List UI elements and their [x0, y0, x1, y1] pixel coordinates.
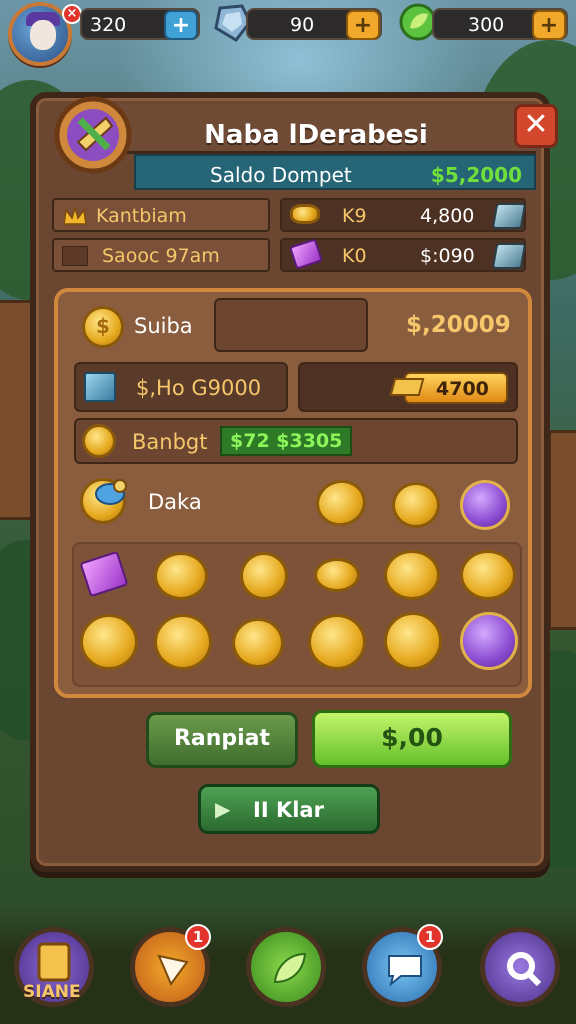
leaf-icon	[273, 952, 307, 984]
info-row-right-2: K0 $:090	[280, 238, 527, 272]
nav-chat-badge: 1	[417, 924, 443, 950]
info-row-code: K0	[342, 245, 367, 267]
empty-slot	[62, 246, 88, 266]
search-icon	[507, 952, 542, 987]
wallet-balance-bar: Saldo Dompet $5,2000	[134, 154, 536, 190]
info-row-left-1: Kantbiam	[52, 198, 270, 232]
gold-value: 4700	[436, 378, 489, 400]
ho-slot[interactable]: $,Ho G9000	[74, 362, 288, 412]
nav-leaf-button[interactable]	[246, 927, 326, 1007]
purple-gem-icon[interactable]	[79, 550, 129, 598]
bird-icon	[95, 479, 127, 505]
coin-icon[interactable]	[314, 558, 360, 592]
panel-title: Naba lDerabesi	[204, 120, 428, 150]
resource-leaf-value: 300	[468, 14, 505, 36]
gem-icon	[491, 203, 527, 229]
player-avatar[interactable]: ×	[8, 2, 82, 66]
panel-title-bar: Naba lDerabesi	[96, 104, 536, 154]
info-row-code: K9	[342, 205, 367, 227]
info-row-right-1: K9 4,800	[280, 198, 527, 232]
wallet-value: $5,2000	[430, 163, 522, 187]
resource-gear-value: 320	[90, 14, 127, 36]
ho-label: $,Ho G9000	[136, 376, 262, 400]
info-row-value: 4,800	[420, 205, 475, 227]
daka-label: Daka	[148, 490, 202, 514]
wallet-panel: Naba lDerabesi ✕ Saldo Dompet $5,2000 Ka…	[30, 92, 558, 872]
resource-bar: × 320 + 90 + 300 +	[0, 0, 576, 66]
gem-icon	[491, 243, 527, 269]
coin-icon[interactable]	[311, 475, 371, 531]
shield-emblem-icon	[54, 96, 132, 174]
crown-icon	[63, 206, 87, 225]
resource-gem-value: 90	[290, 14, 315, 36]
coin-icon	[82, 424, 116, 458]
purple-coin-icon[interactable]	[460, 480, 510, 530]
nav-scroll-label: SIANE	[23, 982, 81, 1002]
nav-search-button[interactable]	[480, 927, 560, 1007]
wallet-label: Saldo Dompet	[210, 163, 352, 187]
gold-bar-icon	[389, 378, 425, 396]
coin-icon[interactable]	[154, 614, 212, 670]
nav-scroll-button[interactable]: SIANE	[14, 927, 94, 1007]
info-row-left-2: Saooc 97am	[52, 238, 270, 272]
nav-crystal-button[interactable]: 1	[130, 924, 211, 1007]
info-row-value: $:090	[420, 245, 475, 267]
chat-icon	[388, 955, 422, 987]
currency-exchange-box: $ Suiba $,20009 $,Ho G9000 4700 Banbgt $…	[54, 288, 532, 698]
banbgt-row: Banbgt $72 $3305	[74, 418, 518, 464]
coin-icon[interactable]	[460, 550, 516, 600]
play-button[interactable]: ▶ II Klar	[198, 784, 380, 834]
gold-value-slot: 4700	[298, 362, 518, 412]
coin-icon[interactable]	[384, 550, 440, 600]
info-row-label: Kantbiam	[96, 205, 187, 227]
buy-button[interactable]: $,00	[312, 710, 512, 768]
coin-icon[interactable]	[392, 482, 440, 528]
scroll-icon	[37, 942, 71, 982]
play-icon: ▶	[215, 797, 231, 821]
silver-gem-icon	[84, 372, 116, 402]
banbgt-label: Banbgt	[132, 430, 208, 454]
ranpiat-button[interactable]: Ranpiat	[146, 712, 298, 768]
resource-leaf: 300 +	[432, 8, 568, 40]
suiba-label: Suiba	[134, 314, 193, 338]
close-button[interactable]: ✕	[514, 104, 558, 148]
nav-crystal-badge: 1	[185, 924, 211, 950]
crystal-icon	[157, 954, 189, 987]
play-button-label: II Klar	[253, 798, 324, 822]
coin-icon[interactable]	[308, 614, 366, 670]
add-gem-button[interactable]: +	[346, 10, 380, 40]
resource-gem: 90 +	[246, 8, 382, 40]
banbgt-value: $72 $3305	[220, 426, 353, 456]
gold-bar-icon	[290, 204, 320, 224]
coin-icon[interactable]	[154, 552, 208, 600]
add-leaf-button[interactable]: +	[532, 10, 566, 40]
resource-gear: 320 +	[80, 8, 200, 40]
info-row-label: Saooc 97am	[102, 245, 220, 267]
purple-gem-icon	[288, 238, 324, 270]
add-gear-button[interactable]: +	[164, 10, 198, 40]
coin-grid	[72, 542, 522, 687]
nav-chat-button[interactable]: 1	[362, 924, 443, 1007]
coin-icon[interactable]	[240, 552, 288, 600]
coin-icon[interactable]	[80, 614, 138, 670]
coin-icon: $	[82, 306, 124, 348]
coin-icon[interactable]	[384, 612, 442, 670]
suiba-input-slot[interactable]	[214, 298, 368, 352]
purple-coin-icon[interactable]	[460, 612, 518, 670]
coin-icon[interactable]	[232, 618, 284, 668]
avatar-face	[30, 20, 56, 50]
suiba-value: $,20009	[406, 312, 511, 338]
avatar-alert-badge: ×	[62, 4, 82, 24]
bottom-nav: SIANE 1 1	[0, 905, 576, 1024]
